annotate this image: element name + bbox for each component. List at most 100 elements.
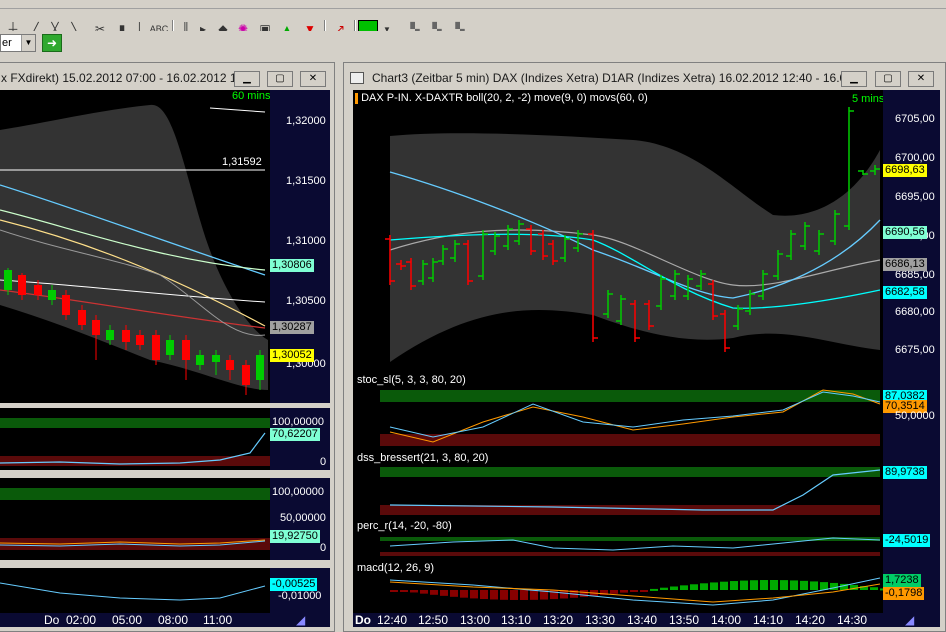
macd-hist-bar (630, 590, 638, 592)
left-indicator-2[interactable] (0, 478, 270, 560)
macd-hist-bar (640, 590, 648, 592)
x-tick: 02:00 (66, 613, 97, 627)
candle-body (92, 320, 100, 335)
maximize-button[interactable]: ▢ (267, 71, 293, 87)
macd-hist-bar (770, 580, 778, 590)
left-price-axis: 1,32000 1,31500 1,31000 1,30500 1,30000 … (270, 90, 330, 403)
candle-body (212, 355, 220, 362)
candle-body (166, 340, 174, 355)
left-ind3-axis: -0,00525 -0,01000 (270, 568, 330, 613)
macd-hist-bar (400, 590, 408, 592)
left-price-plot[interactable] (0, 90, 270, 403)
left-ind1-svg (0, 418, 270, 466)
macd-hist-bar (690, 584, 698, 590)
overbought-zone (0, 418, 270, 428)
macd-hist-bar (610, 590, 618, 594)
y-tick: 50,00000 (280, 512, 326, 524)
symbol-dropdown[interactable]: er ▼ (0, 34, 36, 52)
macd-hist-bar (720, 581, 728, 590)
macd-hist-bar (870, 587, 878, 590)
left-x-axis: Do 02:00 05:00 08:00 11:00 ◢ (0, 613, 330, 627)
x-tick: 13:20 (543, 613, 574, 627)
y-tick: 0 (320, 456, 327, 468)
indicator-label: perc_r(14, -20, -80) (357, 520, 452, 532)
y-tick: 6680,00 (895, 306, 935, 318)
candle-body (4, 270, 12, 290)
chevron-down-icon[interactable]: ▼ (21, 35, 35, 51)
candle-body (256, 355, 264, 380)
right-timeframe: 5 mins (852, 93, 885, 105)
price-tag: 1,30052 (270, 349, 314, 362)
candle-body (226, 360, 234, 370)
macd-hist-bar (620, 590, 628, 593)
y-tick: 100,00000 (272, 416, 324, 428)
go-button[interactable]: ➜ (42, 34, 62, 52)
y-tick: 1,31500 (286, 175, 326, 187)
minimize-button[interactable]: ▁ (841, 71, 867, 87)
macd-hist-bar (450, 590, 458, 597)
candle-body (34, 285, 42, 295)
left-indicator-3[interactable] (0, 568, 270, 613)
left-ind1-axis: 100,00000 0 70,62207 (270, 408, 330, 470)
close-button[interactable]: ✕ (908, 71, 934, 87)
macd-histogram (390, 580, 888, 600)
scroll-icon[interactable]: ◢ (296, 613, 305, 627)
macd-hist-bar (530, 590, 538, 600)
left-title-text: x FXdirekt) 15.02.2012 07:00 - 16.02.201… (1, 71, 254, 85)
macd-hist-bar (660, 587, 668, 590)
stoc-indicator[interactable]: stoc_sl(5, 3, 3, 80, 20) (353, 372, 883, 450)
close-button[interactable]: ✕ (300, 71, 326, 87)
x-tick: Do (355, 613, 371, 627)
macd-hist-bar (810, 581, 818, 590)
macd-hist-bar (430, 590, 438, 595)
menu-strip (0, 0, 946, 9)
macd-hist-bar (470, 590, 478, 599)
x-tick: Do (44, 613, 60, 627)
dss-indicator[interactable]: dss_bressert(21, 3, 80, 20) (353, 450, 883, 518)
price-tag: 6682,58 (883, 286, 927, 299)
macd-hist-bar (790, 580, 798, 590)
y-tick: 6675,00 (895, 344, 935, 356)
candle-body (122, 330, 130, 342)
x-tick: 13:10 (501, 613, 532, 627)
macd-hist-bar (500, 590, 508, 600)
overbought-zone (380, 467, 880, 477)
maximize-button[interactable]: ▢ (875, 71, 901, 87)
right-price-plot[interactable] (353, 90, 883, 372)
minimize-button[interactable]: ▁ (234, 71, 260, 87)
candle-body (136, 335, 144, 345)
y-tick: 1,31000 (286, 235, 326, 247)
price-line-top (209, 107, 266, 113)
left-price-label: 1,31592 (222, 156, 262, 168)
perc-indicator[interactable]: perc_r(14, -20, -80) (353, 518, 883, 560)
macd-hist-bar (700, 583, 708, 590)
x-tick: 13:50 (669, 613, 700, 627)
y-tick: 6700,00 (895, 152, 935, 164)
chart-legend: DAX P-IN. X-DAXTR boll(20, 2, -2) move(9… (355, 92, 648, 104)
indicator-label: dss_bressert(21, 3, 80, 20) (357, 452, 489, 464)
macd-hist-bar (460, 590, 468, 598)
x-tick: 12:50 (418, 613, 449, 627)
macd-hist-bar (680, 585, 688, 590)
dropdown-value: er (2, 37, 12, 49)
macd-hist-bar (480, 590, 488, 600)
candle-body (18, 275, 26, 295)
left-indicator-1[interactable] (0, 408, 270, 470)
toolbar: ┼ ╱ ╳ ╲ ✂ ▮ │ ABC ║ ▸ ◆ ✺ ▣ ▲ ▼ ↗ ▼ ▚ ▚ … (0, 9, 946, 38)
ind-tag: 89,9738 (883, 466, 927, 479)
candle-body (152, 335, 160, 360)
macd-hist-bar (710, 582, 718, 590)
candle-body (62, 295, 70, 315)
macd-hist-bar (410, 590, 418, 593)
stoc-axis: 87,0382 70,3514 50,0000 (883, 372, 940, 450)
macd-hist-bar (420, 590, 428, 594)
oversold-zone (380, 434, 880, 446)
macd-hist-bar (670, 586, 678, 590)
price-tag: 1,30287 (270, 321, 314, 334)
scroll-icon[interactable]: ◢ (905, 613, 914, 627)
price-tag: 6686,13 (883, 258, 927, 271)
legend-text: DAX P-IN. X-DAXTR boll(20, 2, -2) move(9… (361, 92, 648, 104)
macd-indicator[interactable]: macd(12, 26, 9) (353, 560, 888, 613)
macd-hist-bar (490, 590, 498, 600)
candle-body (182, 340, 190, 360)
